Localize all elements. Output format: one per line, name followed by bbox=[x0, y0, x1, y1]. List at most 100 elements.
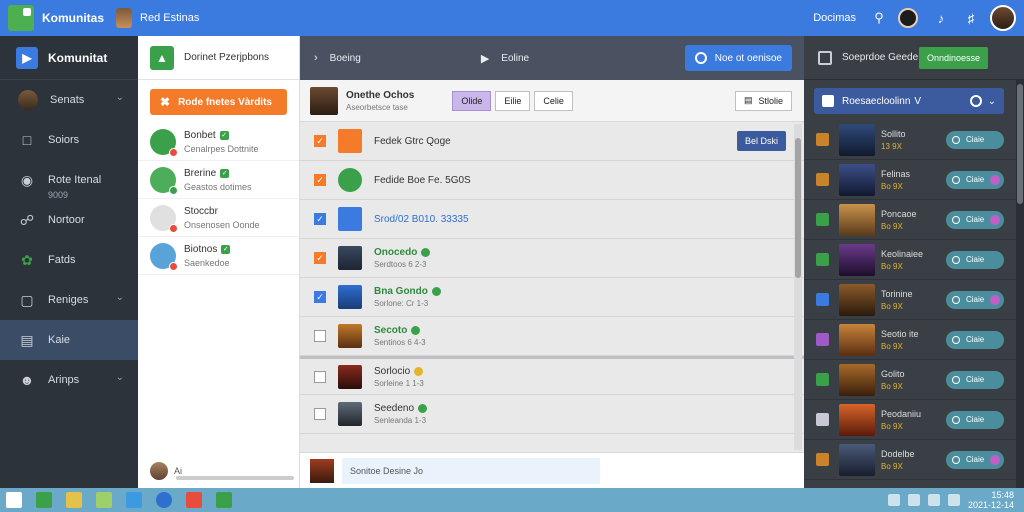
contacts-action-button[interactable]: ✖ Rode fnetes Vàrdits bbox=[150, 89, 287, 115]
thumbnail bbox=[338, 402, 362, 426]
search-icon[interactable] bbox=[36, 492, 52, 508]
row-action-button[interactable]: Bel Dski bbox=[736, 131, 786, 151]
game-item[interactable]: Dodelbe Bo 9X Ciaie bbox=[804, 440, 1024, 480]
contact-item[interactable]: Brerine ✓ Geastos dotimes bbox=[138, 161, 299, 199]
list-item[interactable]: ✓ Fedek Gtrc Qoge Bel Dski bbox=[300, 122, 804, 161]
list-item[interactable]: ✓ Bna Gondo Sorlone: Cr 1-3 bbox=[300, 278, 804, 317]
game-item[interactable]: Seotio ite Bo 9X Ciaie bbox=[804, 320, 1024, 360]
game-toggle[interactable]: Ciaie bbox=[946, 370, 1004, 389]
game-toggle[interactable]: Ciaie bbox=[946, 450, 1004, 469]
avatar[interactable] bbox=[898, 8, 918, 28]
checkbox[interactable]: ✓ bbox=[314, 174, 326, 186]
checkbox[interactable] bbox=[314, 370, 326, 383]
category-tag[interactable] bbox=[816, 373, 829, 386]
list-item[interactable]: ✓ Fedide Boe Fe. 5G0S bbox=[300, 161, 804, 200]
category-tag[interactable] bbox=[816, 173, 829, 186]
mail-icon[interactable] bbox=[186, 492, 202, 508]
scrollbar-thumb[interactable] bbox=[1017, 84, 1023, 204]
bell-icon[interactable]: ♪ bbox=[930, 7, 952, 29]
browser-icon[interactable] bbox=[126, 492, 142, 508]
list-item[interactable]: ✓ Srod/02 B010. 33335 bbox=[300, 200, 804, 239]
checkbox[interactable] bbox=[314, 408, 326, 420]
row-sub: Serdtoos 6 2-3 bbox=[374, 260, 427, 269]
tray-icon[interactable] bbox=[907, 494, 920, 506]
tab-boeing[interactable]: › Boeing bbox=[314, 52, 361, 64]
nav-item-kaie[interactable]: ▤ Kaie bbox=[0, 320, 138, 360]
contact-item[interactable]: Biotnos ✓ Saenkedoe bbox=[138, 237, 299, 275]
game-item[interactable]: Felinas Bo 9X Ciaie bbox=[804, 160, 1024, 200]
chrome-icon[interactable] bbox=[156, 492, 172, 508]
list-item[interactable]: Sorlocio Sorleine 1 1-3 bbox=[300, 356, 804, 395]
game-toggle[interactable]: Ciaie bbox=[946, 130, 1004, 149]
category-tag[interactable] bbox=[816, 253, 829, 266]
network-icon[interactable] bbox=[927, 494, 940, 506]
profile-avatar[interactable] bbox=[990, 5, 1016, 31]
start-icon[interactable] bbox=[6, 492, 22, 508]
scrollbar[interactable] bbox=[794, 124, 802, 450]
nav-item-reniges[interactable]: ▢ Reniges ⌄ bbox=[0, 280, 138, 320]
tray-icon[interactable] bbox=[887, 494, 900, 506]
category-tag[interactable] bbox=[816, 213, 829, 226]
game-toggle[interactable]: Ciaie bbox=[946, 210, 1004, 229]
nav-item-nortoor[interactable]: ☍ Nortoor bbox=[0, 200, 138, 240]
list-item[interactable]: Seedeno Senleanda 1-3 bbox=[300, 395, 804, 434]
checkbox[interactable]: ✓ bbox=[314, 213, 326, 225]
nav-item-fatds[interactable]: ✿ Fatds bbox=[0, 240, 138, 280]
contact-item[interactable]: Stoccbr Onsenosen Oonde bbox=[138, 199, 299, 237]
category-tag[interactable] bbox=[816, 413, 829, 426]
category-tag[interactable] bbox=[816, 133, 829, 146]
nav-item-arinps[interactable]: ☻ Arinps ⌄ bbox=[0, 360, 138, 400]
search-icon[interactable]: ⚲ bbox=[868, 7, 890, 29]
checkbox[interactable]: ✓ bbox=[314, 135, 326, 147]
message-input[interactable]: Sonitoe Desine Jo bbox=[342, 457, 600, 484]
nav-item-rote-itenal[interactable]: ◉ Rote Itenal 9009 bbox=[0, 160, 138, 201]
music-icon[interactable]: ♯ bbox=[960, 7, 982, 29]
checkbox[interactable] bbox=[314, 330, 326, 342]
filter-button-eilie[interactable]: Eilie bbox=[495, 90, 531, 111]
game-toggle[interactable]: Ciaie bbox=[946, 330, 1004, 349]
game-toggle[interactable]: Ciaie bbox=[946, 250, 1004, 269]
game-toggle[interactable]: Ciaie bbox=[946, 410, 1004, 429]
toolbar-right-button[interactable]: ▤ Stlolie bbox=[734, 90, 792, 111]
filter-button-olide[interactable]: Olide bbox=[452, 90, 492, 111]
category-tag[interactable] bbox=[816, 293, 829, 306]
game-app-icon[interactable] bbox=[216, 492, 232, 508]
filter-button-celie[interactable]: Celie bbox=[534, 90, 573, 111]
nav-item-soiors[interactable]: □ Soiors bbox=[0, 120, 138, 160]
footer-input-bar[interactable] bbox=[176, 476, 294, 480]
avatar[interactable] bbox=[116, 8, 133, 28]
game-item[interactable]: Keolinaiee Bo 9X Ciaie bbox=[804, 240, 1024, 280]
scrollbar-thumb[interactable] bbox=[795, 138, 801, 278]
game-title: Keolinaiee bbox=[881, 248, 924, 259]
header-action-button[interactable]: Noe ot oenisoe bbox=[684, 45, 792, 71]
clock[interactable]: 15:48 2021-12-14 bbox=[968, 490, 1014, 510]
category-select[interactable]: Roesaecloolinn V ⌄ bbox=[814, 88, 1004, 114]
game-item[interactable]: Peodaniiu Bo 9X Ciaie bbox=[804, 400, 1024, 440]
contact-item[interactable]: Bonbet ✓ Cenalrpes Dottnite bbox=[138, 123, 299, 161]
scrollbar[interactable] bbox=[1016, 80, 1024, 488]
volume-icon[interactable] bbox=[947, 494, 960, 506]
nav-item-senats[interactable]: Senats ⌄ bbox=[0, 80, 138, 120]
game-item[interactable]: Sollito 13 9X Ciaie bbox=[804, 120, 1024, 160]
checkbox[interactable]: ✓ bbox=[314, 291, 326, 303]
right-header-button[interactable]: Onndinoesse bbox=[918, 46, 988, 69]
list-item[interactable]: ✓ Onocedo Serdtoos 6 2-3 bbox=[300, 239, 804, 278]
game-item[interactable]: Poncaoe Bo 9X Ciaie bbox=[804, 200, 1024, 240]
avatar[interactable] bbox=[150, 462, 168, 480]
game-item[interactable]: Torinine Bo 9X Ciaie bbox=[804, 280, 1024, 320]
checkbox[interactable]: ✓ bbox=[314, 252, 326, 264]
user-name[interactable]: Docimas bbox=[813, 12, 856, 24]
app-icon[interactable] bbox=[96, 492, 112, 508]
brand[interactable]: ▶ Komunitat bbox=[0, 36, 138, 80]
category-tag[interactable] bbox=[816, 333, 829, 346]
game-toggle[interactable]: Ciaie bbox=[946, 290, 1004, 309]
game-item[interactable]: Golito Bo 9X Ciaie bbox=[804, 360, 1024, 400]
category-tag[interactable] bbox=[816, 453, 829, 466]
tab-eoline[interactable]: ▶ Eoline bbox=[481, 52, 529, 65]
game-toggle[interactable]: Ciaie bbox=[946, 170, 1004, 189]
clock-date: 2021-12-14 bbox=[967, 500, 1014, 510]
composer: Sonitoe Desine Jo bbox=[300, 452, 804, 488]
game-title: Peodaniiu bbox=[881, 408, 922, 419]
list-item[interactable]: Secoto Sentinos 6 4-3 bbox=[300, 317, 804, 356]
folder-icon[interactable] bbox=[66, 492, 82, 508]
